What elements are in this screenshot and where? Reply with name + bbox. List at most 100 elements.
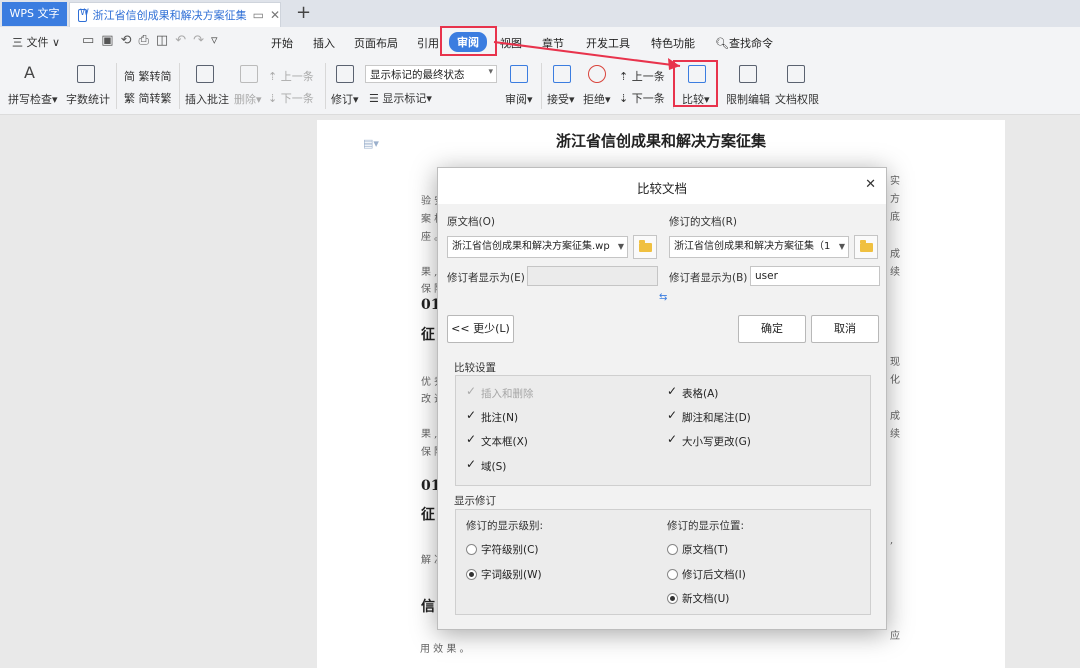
chevron-down-icon: ▼ — [838, 242, 845, 251]
reject-button[interactable]: 拒绝▾ — [583, 91, 611, 107]
compare-dialog: 比较文档 ✕ 原文档(O) 浙江省信创成果和解决方案征集.wp ▼ 修订的文档(R… — [437, 167, 887, 630]
print-icon[interactable]: ⎙ — [139, 33, 149, 48]
char-level-radio[interactable]: 字符级别(C) — [466, 542, 539, 557]
original-author-field — [527, 266, 658, 286]
spell-check-button[interactable]: 拼写检查▾ — [8, 91, 58, 107]
separator — [179, 63, 180, 109]
doc-text: 果 , — [421, 429, 438, 440]
restrict-edit-button[interactable]: 限制编辑 — [726, 91, 770, 107]
word-count-button[interactable]: 字数统计 — [66, 91, 110, 107]
prev-change-button[interactable]: ⇡ 上一条 — [619, 68, 665, 84]
spell-check-icon: A — [24, 63, 35, 82]
display-position-label: 修订的显示位置: — [667, 520, 745, 532]
document-tab[interactable]: 浙江省信创成果和解决方案征集 ▭ ✕ — [69, 2, 281, 27]
word-count-icon — [77, 65, 95, 83]
new-doc-radio[interactable]: 新文档(U) — [667, 591, 729, 606]
comments-checkbox[interactable]: 批注(N) — [466, 408, 518, 425]
tab-insert[interactable]: 插入 — [313, 35, 335, 51]
doc-section-title: 征 — [421, 507, 435, 523]
swap-documents-icon[interactable]: ⇆ — [659, 292, 667, 303]
track-changes-button[interactable]: 修订▾ — [331, 91, 359, 107]
doc-text: 方 — [890, 194, 900, 205]
tab-home[interactable]: 开始 — [271, 35, 293, 51]
trad-to-simp-button[interactable]: 简 繁转简 — [124, 68, 172, 84]
radio-icon — [466, 544, 477, 555]
separator — [541, 63, 542, 109]
tables-checkbox[interactable]: 表格(A) — [667, 384, 718, 401]
next-comment-button[interactable]: ⇣ 下一条 — [268, 90, 314, 106]
separator — [116, 63, 117, 109]
insert-comment-button[interactable]: 插入批注 — [185, 91, 229, 107]
export-icon[interactable]: ⟲ — [121, 33, 132, 48]
checkbox-check-icon — [466, 432, 477, 447]
simp-to-trad-button[interactable]: 繁 简转繁 — [124, 90, 172, 106]
original-doc-radio[interactable]: 原文档(T) — [667, 542, 728, 557]
revised-doc-radio[interactable]: 修订后文档(I) — [667, 567, 746, 582]
display-state-select[interactable]: 显示标记的最终状态 — [365, 65, 497, 83]
insert-delete-checkbox: 插入和删除 — [466, 384, 534, 401]
customize-icon[interactable]: ▿ — [211, 33, 218, 48]
doc-text: 果 , — [421, 267, 438, 278]
revised-author-label: 修订者显示为(B) — [669, 272, 748, 284]
doc-text: 成 — [890, 411, 900, 422]
doc-permission-button[interactable]: 文档权限 — [775, 91, 819, 107]
insert-comment-icon — [196, 65, 214, 83]
checkbox-check-icon — [466, 384, 477, 399]
doc-text: 底 — [890, 212, 900, 223]
accept-icon — [553, 65, 571, 83]
track-changes-icon — [336, 65, 354, 83]
delete-comment-button[interactable]: 删除▾ — [234, 91, 262, 107]
tab-chapter[interactable]: 章节 — [542, 35, 564, 51]
browse-revised-button[interactable] — [854, 235, 878, 259]
close-icon[interactable]: ✕ — [865, 177, 876, 192]
doc-text: 续 — [890, 267, 900, 278]
open-folder-icon[interactable]: ▭ — [82, 33, 94, 48]
browse-original-button[interactable] — [633, 235, 657, 259]
radio-selected-icon — [667, 593, 678, 604]
search-commands[interactable]: 🔍︎查找命令 — [715, 35, 773, 51]
review-pane-button[interactable]: 审阅▾ — [505, 91, 533, 107]
ok-button[interactable]: 确定 — [738, 315, 806, 343]
save-icon[interactable]: ▣ — [101, 33, 113, 48]
radio-icon — [667, 569, 678, 580]
original-doc-select[interactable]: 浙江省信创成果和解决方案征集.wp ▼ — [447, 236, 628, 258]
dialog-header: 比较文档 ✕ — [438, 168, 886, 204]
textbox-checkbox[interactable]: 文本框(X) — [466, 432, 528, 449]
app-tab[interactable]: WPS 文字 — [2, 2, 67, 26]
revised-author-field[interactable]: user — [750, 266, 880, 286]
less-button[interactable]: << 更少(L) — [447, 315, 514, 343]
case-changes-checkbox[interactable]: 大小写更改(G) — [667, 432, 751, 449]
revised-doc-label: 修订的文档(R) — [669, 216, 737, 228]
close-tab-icon[interactable]: ✕ — [270, 8, 280, 22]
document-tab-title: 浙江省信创成果和解决方案征集 — [92, 9, 247, 22]
doc-section-title: 征 — [421, 327, 435, 343]
tab-developer[interactable]: 开发工具 — [586, 35, 630, 51]
accept-button[interactable]: 接受▾ — [547, 91, 575, 107]
dialog-title: 比较文档 — [636, 181, 687, 196]
fields-checkbox[interactable]: 域(S) — [466, 457, 506, 474]
new-tab-button[interactable]: + — [296, 2, 311, 24]
file-menu[interactable]: 三 文件 ∨ — [12, 34, 60, 50]
tab-page-layout[interactable]: 页面布局 — [354, 35, 398, 51]
show-markup-button[interactable]: ☰ 显示标记▾ — [369, 90, 432, 106]
preview-icon[interactable]: ◫ — [156, 33, 168, 48]
redo-icon[interactable]: ↷ — [193, 33, 204, 48]
tab-references[interactable]: 引用 — [417, 35, 439, 51]
checkbox-check-icon — [466, 408, 477, 423]
pin-icon[interactable]: ▭ — [253, 8, 264, 22]
tab-view[interactable]: 视图 — [500, 35, 522, 51]
tab-bar: WPS 文字 浙江省信创成果和解决方案征集 ▭ ✕ + — [0, 0, 1080, 27]
show-changes-group: 修订的显示级别: 字符级别(C) 字词级别(W) 修订的显示位置: 原文档(T)… — [455, 509, 871, 615]
folder-icon — [639, 240, 652, 252]
revised-doc-select[interactable]: 浙江省信创成果和解决方案征集（1 ▼ — [669, 236, 849, 258]
simp-trad-icon: 繁 — [124, 92, 139, 105]
next-change-button[interactable]: ⇣ 下一条 — [619, 90, 665, 106]
footnotes-checkbox[interactable]: 脚注和尾注(D) — [667, 408, 751, 425]
compare-highlight — [673, 60, 718, 107]
trad-simp-icon: 简 — [124, 70, 139, 83]
tab-features[interactable]: 特色功能 — [651, 35, 695, 51]
word-level-radio[interactable]: 字词级别(W) — [466, 567, 542, 582]
undo-icon[interactable]: ↶ — [175, 33, 186, 48]
cancel-button[interactable]: 取消 — [811, 315, 879, 343]
prev-comment-button[interactable]: ⇡ 上一条 — [268, 68, 314, 84]
